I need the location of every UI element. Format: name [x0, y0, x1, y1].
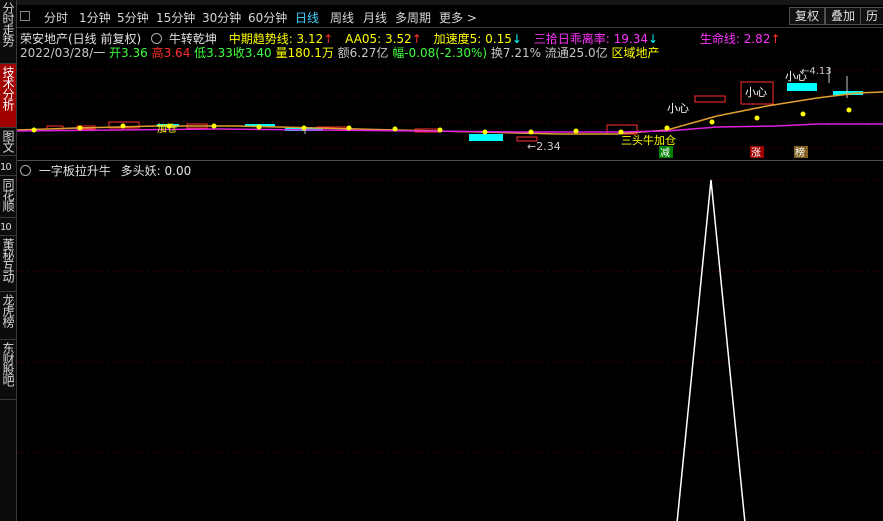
- candle-up: [694, 95, 726, 103]
- tab-graphic[interactable]: 图文: [0, 128, 16, 156]
- subchart-plot[interactable]: [17, 176, 883, 521]
- tab-tonghuashun[interactable]: 同花顺: [0, 176, 16, 218]
- signal-dot: [256, 124, 262, 130]
- tab-tonghuashun-count[interactable]: 10: [0, 218, 16, 236]
- period-monthly[interactable]: 月线: [363, 9, 387, 26]
- tab-eastmoney-forum[interactable]: 东财股吧: [0, 340, 16, 400]
- board-label: 榜: [795, 146, 805, 159]
- signal-dot: [437, 127, 443, 133]
- adjust-button[interactable]: 复权: [789, 7, 826, 25]
- pane-divider: [17, 160, 883, 161]
- toolbar-divider: [17, 27, 883, 28]
- caution-label-2: 小心: [745, 86, 767, 99]
- tab-secretary-qa[interactable]: 董秘互动: [0, 236, 16, 292]
- period-daily[interactable]: 日线: [295, 9, 319, 26]
- caution-label-1: 小心: [667, 102, 689, 115]
- toolbar-square-icon[interactable]: [20, 11, 30, 21]
- main-kline-chart[interactable]: ←2.34 ←4.13 小心 小心 小心 加仓 三头牛加仓 减 涨 榜: [17, 58, 883, 160]
- signal-dot: [392, 126, 398, 132]
- signal-dot: [301, 125, 307, 131]
- signal-dot: [211, 123, 217, 129]
- reduce-label: 减: [660, 147, 670, 159]
- candle-down: [469, 134, 503, 141]
- signal-dot: [31, 127, 37, 133]
- period-more[interactable]: 更多 >: [439, 9, 477, 26]
- subchart-settings-icon[interactable]: [20, 165, 31, 176]
- indicator-lifeline-arrow: ↑: [770, 32, 781, 46]
- ma-magenta-line: [17, 123, 883, 133]
- signal-dot: [77, 125, 83, 131]
- three-bulls-label: 三头牛加仓: [621, 133, 676, 147]
- signal-dot: [664, 125, 670, 131]
- caution-label-3: 小心: [785, 70, 807, 83]
- period-30min[interactable]: 30分钟: [202, 9, 241, 26]
- period-15min[interactable]: 15分钟: [156, 9, 195, 26]
- signal-dot: [120, 123, 126, 129]
- signal-dot: [754, 115, 760, 121]
- tab-intraday[interactable]: 分时走势: [0, 0, 16, 64]
- tab-dragon-tiger[interactable]: 龙虎榜: [0, 292, 16, 340]
- signal-dot: [528, 129, 534, 135]
- signal-dot: [346, 125, 352, 131]
- top-strip: [17, 0, 883, 5]
- subchart-series-line: [676, 179, 746, 521]
- signal-dot: [709, 119, 715, 125]
- indicator-lifeline: 生命线: 2.82: [699, 32, 771, 46]
- add-position-label: 加仓: [157, 122, 177, 135]
- candle-down: [787, 83, 817, 91]
- period-intraday[interactable]: 分时: [44, 9, 68, 26]
- low-price-label: ←2.34: [527, 140, 561, 153]
- period-60min[interactable]: 60分钟: [248, 9, 287, 26]
- tab-graphic-count[interactable]: 10: [0, 156, 16, 176]
- signal-dot: [482, 129, 488, 135]
- overlay-button[interactable]: 叠加: [825, 7, 862, 25]
- period-toolbar: 分时 1分钟 5分钟 15分钟 30分钟 60分钟 日线 周线 月线 多周期 更…: [17, 6, 883, 26]
- rise-label: 涨: [751, 147, 761, 159]
- period-1min[interactable]: 1分钟: [79, 9, 111, 26]
- period-multi[interactable]: 多周期: [395, 9, 431, 26]
- history-button[interactable]: 历史: [860, 7, 883, 25]
- signal-dot: [800, 111, 806, 117]
- period-5min[interactable]: 5分钟: [117, 9, 149, 26]
- tab-technical-analysis[interactable]: 技术分析: [0, 64, 16, 128]
- sidebar: 分时走势 技术分析 图文 10 同花顺 10 董秘互动 龙虎榜 东财股吧: [0, 0, 17, 521]
- period-weekly[interactable]: 周线: [330, 9, 354, 26]
- signal-dot: [846, 107, 852, 113]
- settings-circle-icon[interactable]: [151, 33, 163, 44]
- signal-dot: [573, 128, 579, 134]
